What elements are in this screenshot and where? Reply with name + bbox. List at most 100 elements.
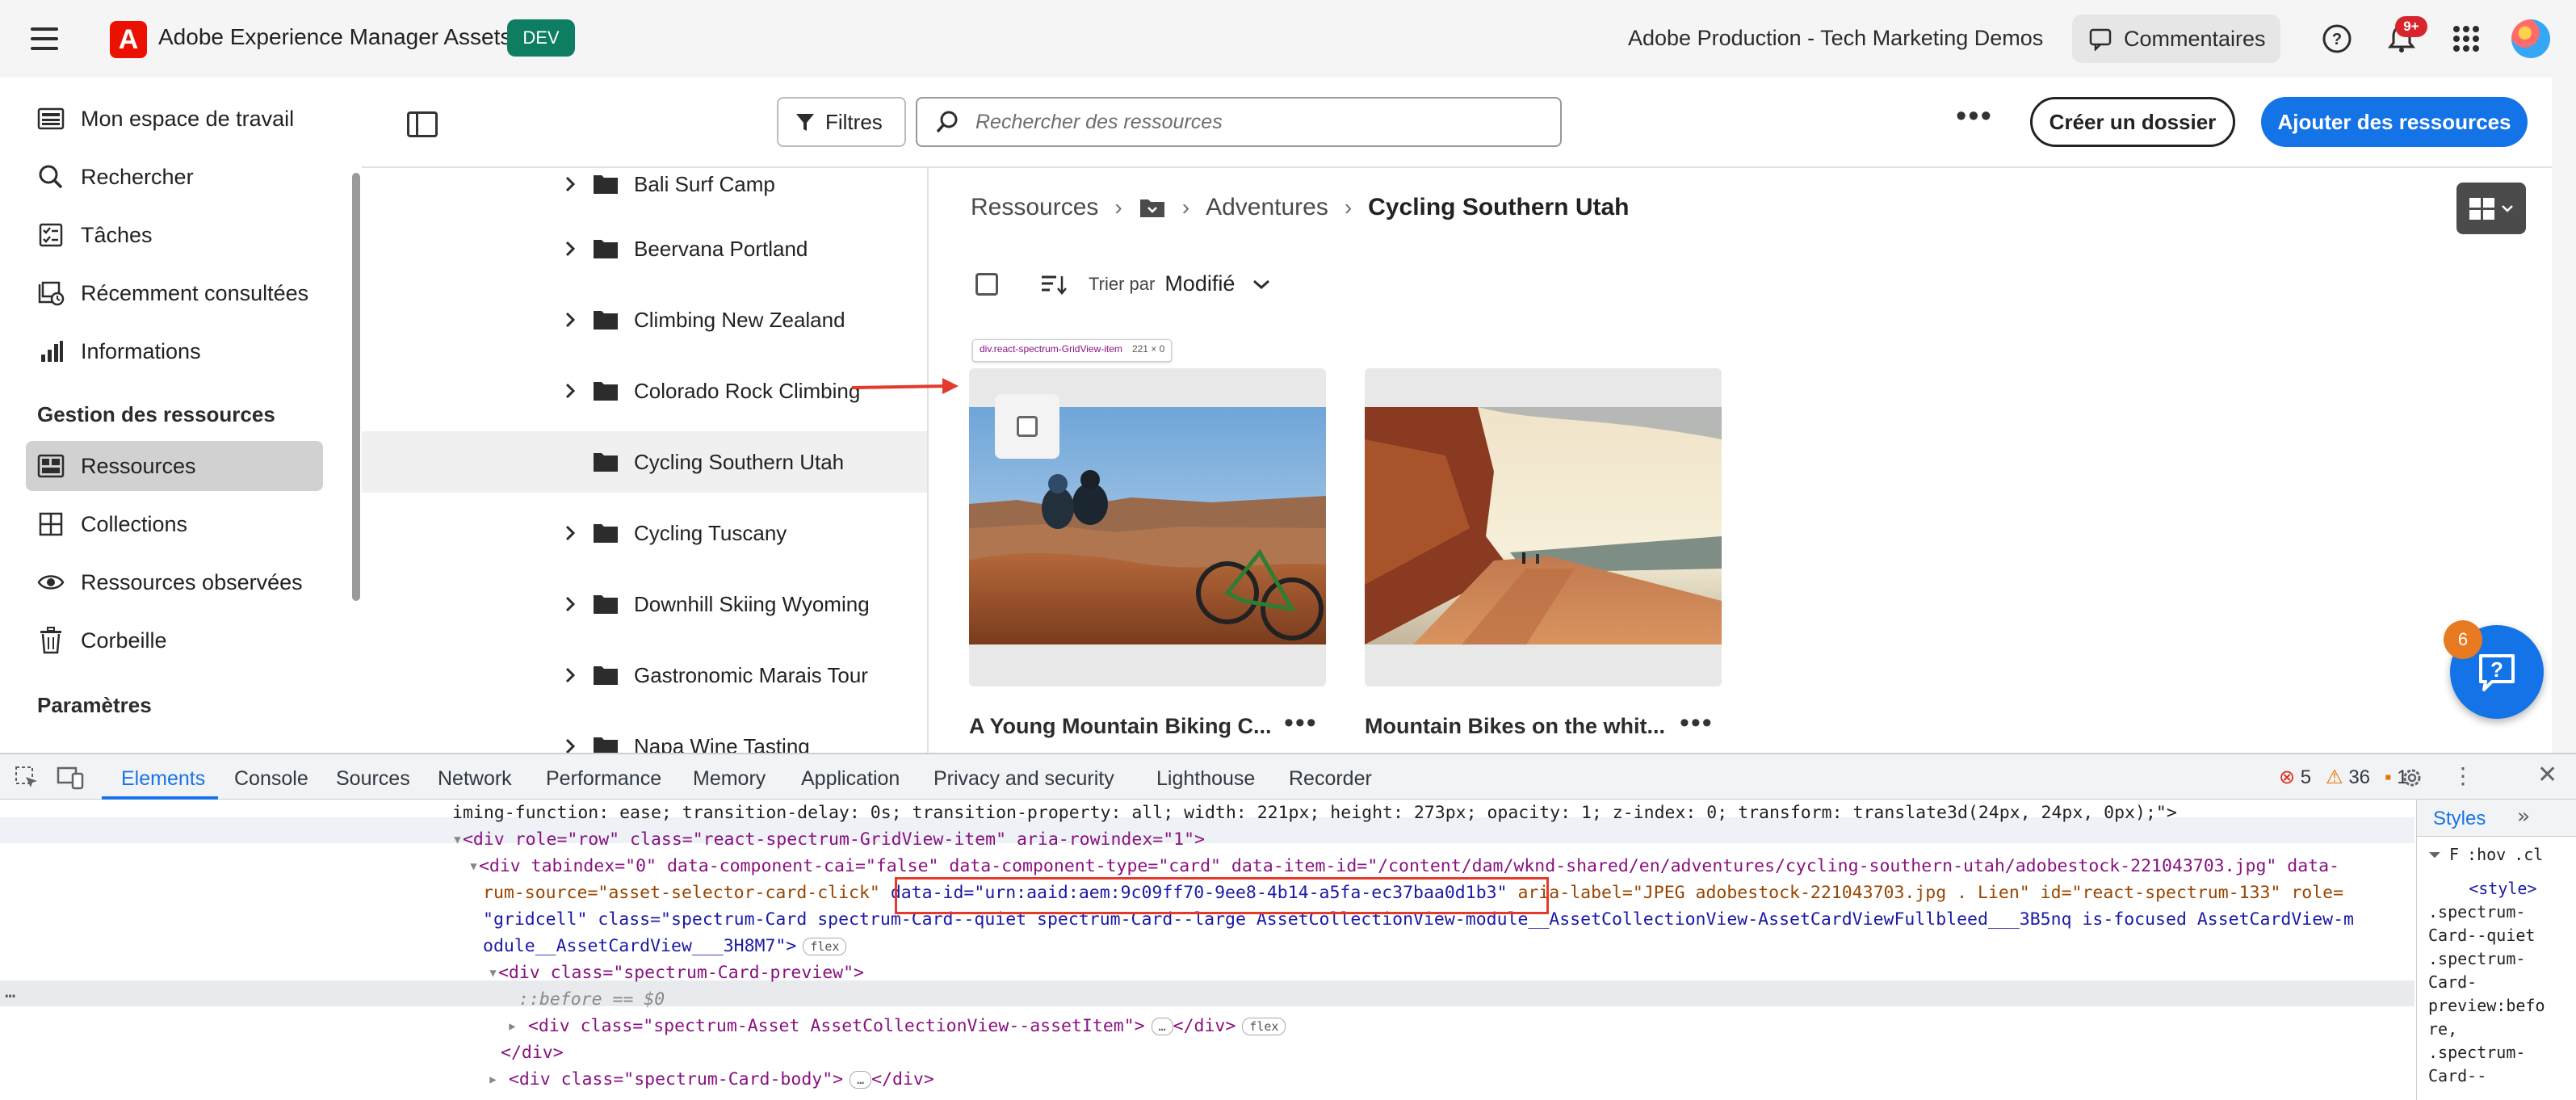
comments-button[interactable]: Commentaires [2072,15,2280,63]
chevron-double-right-icon[interactable]: » [2517,804,2530,829]
breadcrumb-parent[interactable]: Adventures [1206,194,1328,221]
code-line[interactable]: </div> [501,1039,564,1066]
devtools-tab-privacy[interactable]: Privacy and security [933,767,1114,791]
devtools-tab-network[interactable]: Network [438,767,512,791]
tree-folder-item[interactable]: Climbing New Zealand [362,289,927,351]
code-line[interactable]: ▾<div tabindex="0" data-component-cai="f… [468,853,2339,880]
collapse-triangle-icon[interactable]: ▾ [488,963,498,983]
panel-toggle-icon[interactable] [407,111,438,137]
flex-badge[interactable]: flex [1242,1018,1286,1035]
code-line[interactable]: iming-function: ease; transition-delay: … [452,800,2177,826]
tree-folder-item[interactable]: Gastronomic Marais Tour [362,644,927,706]
sort-dropdown[interactable]: Modifié [1164,271,1235,296]
nav-item-recent[interactable]: Récemment consultées [26,268,323,318]
help-icon[interactable]: ? [2321,23,2353,55]
devtools-tab-performance[interactable]: Performance [546,767,661,791]
code-line[interactable]: ▾<div role="row" class="react-spectrum-G… [452,826,1205,853]
workspace-icon [36,103,66,134]
chevron-right-icon[interactable] [562,312,578,328]
nav-item-workspace[interactable]: Mon espace de travail [26,94,323,144]
styles-filter-input[interactable]: F [2449,845,2459,864]
menu-icon[interactable] [31,27,58,50]
styles-tab[interactable]: Styles [2433,808,2486,830]
nav-item-watched-assets[interactable]: Ressources observées [26,557,323,607]
add-assets-button[interactable]: Ajouter des ressources [2261,97,2528,147]
kebab-menu-icon[interactable]: ⋮ [2452,762,2474,789]
tree-folder-item[interactable]: Beervana Portland [362,218,927,279]
select-all-checkbox[interactable] [975,272,998,296]
collapse-triangle-icon[interactable]: ▾ [468,856,479,876]
tree-folder-item[interactable]: Downhill Skiing Wyoming [362,573,927,635]
expand-triangle-icon[interactable]: ▸ [507,1016,528,1036]
close-icon[interactable]: ✕ [2537,761,2557,789]
row-options-icon[interactable]: … [5,979,15,1006]
tree-folder-item[interactable]: Napa Wine Tasting [362,716,927,753]
chat-help-icon: ? [2479,654,2515,691]
folder-icon[interactable] [1139,196,1166,219]
view-toggle-button[interactable] [2456,183,2526,234]
device-toolbar-icon[interactable] [57,766,84,790]
asset-card[interactable] [1365,368,1722,686]
cls-toggle[interactable]: .cl [2514,845,2543,864]
nav-item-tasks[interactable]: Tâches [26,210,323,260]
inspect-element-icon[interactable] [15,766,39,790]
tree-folder-item[interactable]: Colorado Rock Climbing [362,360,927,422]
devtools-tab-console[interactable]: Console [234,767,308,791]
card-select[interactable] [995,394,1059,459]
more-actions-icon[interactable]: ••• [1956,101,1993,132]
devtools-tab-recorder[interactable]: Recorder [1289,767,1372,791]
devtools-tab-memory[interactable]: Memory [693,767,766,791]
create-folder-button[interactable]: Créer un dossier [2030,97,2235,147]
org-switcher[interactable]: Adobe Production - Tech Marketing Demos [1628,26,2043,51]
nav-item-collections[interactable]: Collections [26,499,323,549]
chevron-right-icon[interactable] [562,241,578,257]
tree-folder-item[interactable]: Cycling Tuscany [362,502,927,564]
sort-order-icon[interactable] [1040,273,1068,296]
ellipsis-badge[interactable]: … [850,1071,872,1089]
chevron-right-icon[interactable] [562,383,578,399]
card-more-icon[interactable]: ••• [1284,707,1318,739]
code-line[interactable]: ▸ <div class="spectrum-Card-body"> … </div… [488,1066,934,1093]
chevron-right-icon[interactable] [562,738,578,753]
card-more-icon[interactable]: ••• [1680,707,1714,739]
devtools-tab-sources[interactable]: Sources [336,767,410,791]
ellipsis-badge[interactable]: … [1151,1018,1173,1035]
code-line[interactable]: ▾<div class="spectrum-Card-preview"> [488,959,864,986]
devtools-tab-elements[interactable]: Elements [121,767,205,791]
devtools-issue-counts[interactable]: ⊗ 5 ⚠ 36 ▪ 1 [2279,766,2408,789]
devtools-tab-application[interactable]: Application [801,767,900,791]
breadcrumb-root[interactable]: Ressources [971,194,1098,221]
settings-gear-icon[interactable] [2400,766,2424,790]
nav-item-trash[interactable]: Corbeille [26,615,323,665]
asset-card[interactable] [969,368,1326,686]
nav-scrollbar[interactable] [352,173,360,601]
search-input[interactable]: Rechercher des ressources [916,97,1562,147]
nav-item-search[interactable]: Rechercher [26,152,323,202]
card-title[interactable]: Mountain Bikes on the whit... [1365,714,1665,739]
folder-icon [594,737,618,753]
code-line[interactable]: ▸ <div class="spectrum-Asset AssetCollec… [507,1013,1286,1039]
style-source[interactable]: <style> [2428,877,2545,901]
nav-item-assets[interactable]: Ressources [26,441,323,491]
code-line[interactable]: odule__AssetCardView___3H8M7"> flex [483,933,847,959]
expand-triangle-icon[interactable]: ▸ [488,1069,509,1090]
chevron-right-icon[interactable] [562,176,578,192]
code-line[interactable]: ::before == $0 [518,986,665,1013]
chevron-down-icon[interactable] [1252,279,1270,290]
tree-folder-item[interactable]: Bali Surf Camp [362,168,927,215]
hov-toggle[interactable]: :hov [2467,845,2506,864]
apps-grid-icon[interactable] [2450,23,2482,55]
nav-item-insights[interactable]: Informations [26,326,323,376]
card-title[interactable]: A Young Mountain Biking C... [969,714,1271,739]
chevron-right-icon[interactable] [562,667,578,683]
devtools-tab-lighthouse[interactable]: Lighthouse [1156,767,1255,791]
tree-folder-item[interactable]: Cycling Southern Utah [362,431,927,493]
filter-icon[interactable]: ⏷ [2428,845,2441,864]
collapse-triangle-icon[interactable]: ▾ [452,829,463,850]
card-checkbox[interactable] [1017,416,1038,437]
chevron-right-icon[interactable] [562,525,578,541]
filters-button[interactable]: Filtres [777,97,906,147]
flex-badge[interactable]: flex [803,938,847,955]
user-avatar[interactable] [2511,19,2550,58]
chevron-right-icon[interactable] [562,596,578,612]
